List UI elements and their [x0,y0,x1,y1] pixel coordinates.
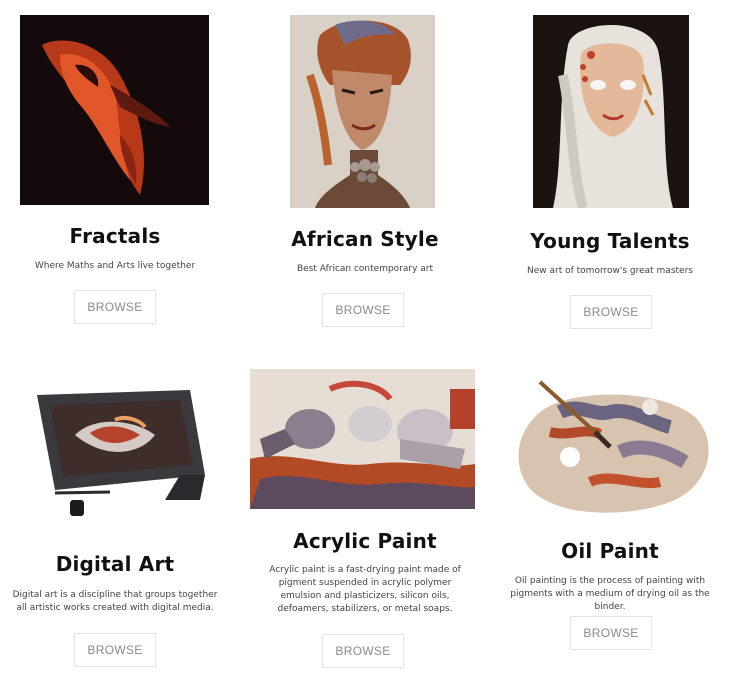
card-title: Acrylic Paint [293,529,437,553]
browse-button[interactable]: BROWSE [74,633,156,667]
card-description: Best African contemporary art [296,264,434,274]
card-description: Oil painting is the process of painting … [510,576,710,612]
card-title: Young Talents [530,229,690,253]
card-title: Digital Art [55,552,175,576]
category-card-acrylic-paint: Acrylic Paint Acrylic paint is a fast-dr… [245,340,485,678]
browse-button[interactable]: BROWSE [322,634,404,668]
card-description: New art of tomorrow's great masters [527,266,693,276]
acrylic-paint-tubes-image[interactable] [250,369,475,509]
oil-palette-image[interactable] [500,372,722,517]
category-card-digital-art: Digital Art Digital art is a discipline … [0,340,230,678]
african-portrait-image[interactable] [290,15,435,208]
browse-button[interactable]: BROWSE [570,616,652,650]
browse-button[interactable]: BROWSE [322,293,404,327]
category-card-fractals: Fractals Where Maths and Arts live toget… [0,0,230,340]
category-card-oil-paint: Oil Paint Oil painting is the process of… [495,340,725,678]
card-title: Fractals [69,224,161,248]
browse-button[interactable]: BROWSE [570,295,652,329]
card-description: Acrylic paint is a fast-drying paint mad… [269,565,461,614]
drawing-tablet-image[interactable] [15,365,215,525]
card-title: African Style [291,227,439,251]
card-description: Where Maths and Arts live together [34,261,196,271]
card-description: Digital art is a discipline that groups … [12,590,218,613]
fractal-art-image[interactable] [20,15,209,205]
category-card-young-talents: Young Talents New art of tomorrow's grea… [495,0,725,340]
young-talent-portrait-image[interactable] [533,15,689,208]
category-card-african-style: African Style Best African contemporary … [250,0,480,340]
browse-button[interactable]: BROWSE [74,290,156,324]
card-title: Oil Paint [561,539,659,563]
